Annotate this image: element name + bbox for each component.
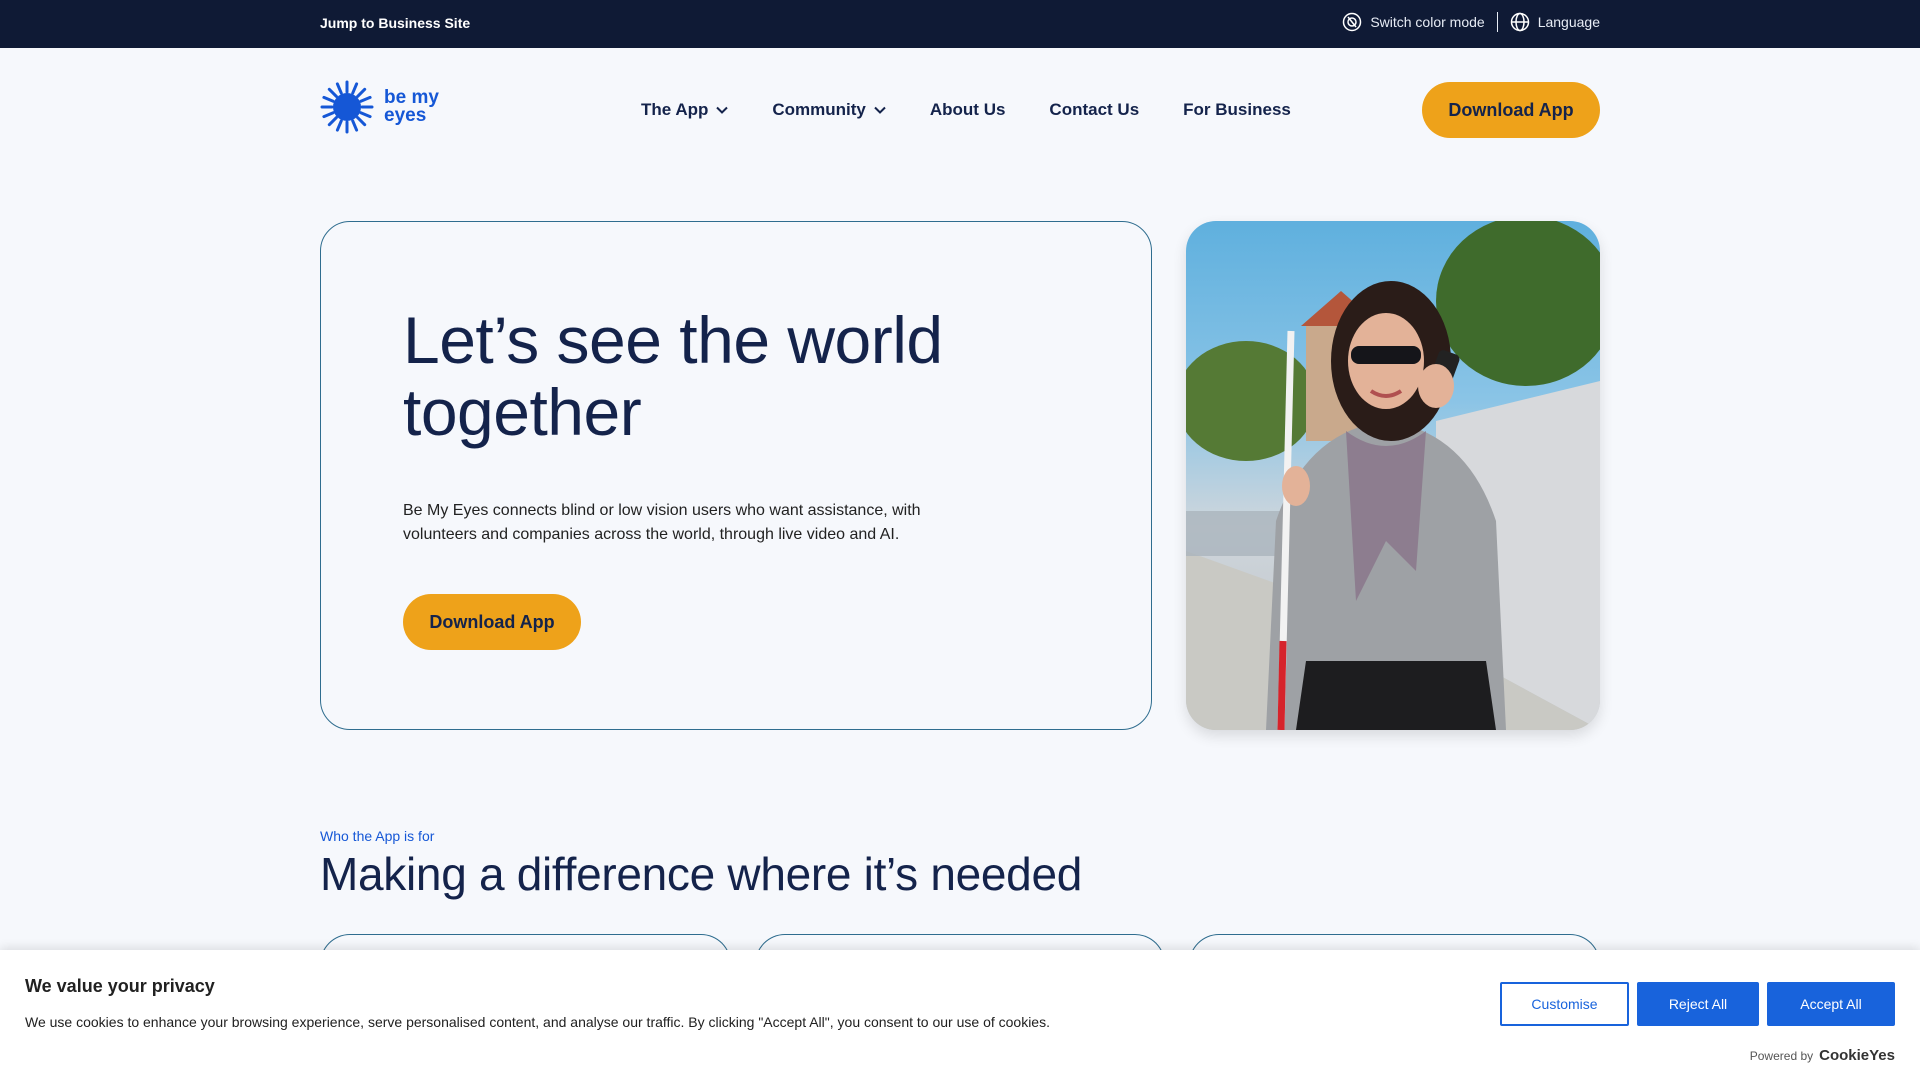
cookie-title: We value your privacy (25, 976, 215, 996)
site-header: be my eyes The App Community About Us Co… (0, 48, 1920, 172)
woman-with-cane-photo (1186, 221, 1600, 730)
chevron-down-icon (716, 106, 729, 114)
nav-community[interactable]: Community (772, 100, 886, 120)
nav-the-app[interactable]: The App (641, 100, 729, 120)
nav-contact-us[interactable]: Contact Us (1049, 100, 1139, 120)
jump-to-business-link[interactable]: Jump to Business Site (320, 15, 470, 31)
cookie-text: We use cookies to enhance your browsing … (25, 1014, 1050, 1030)
globe-icon (1510, 12, 1529, 32)
header-download-button[interactable]: Download App (1422, 82, 1600, 138)
powered-by: Powered by CookieYes (1749, 1047, 1895, 1064)
contrast-icon (1343, 12, 1362, 32)
language-selector[interactable]: Language (1510, 12, 1600, 32)
hero-photo (1186, 221, 1600, 730)
nav-for-business[interactable]: For Business (1183, 100, 1291, 120)
customise-button[interactable]: Customise (1500, 982, 1629, 1026)
chevron-down-icon (874, 106, 886, 114)
divider (1496, 12, 1498, 32)
cookieyes-logo[interactable]: CookieYes (1819, 1047, 1895, 1064)
logo-wordmark: be my eyes (384, 87, 439, 126)
section-eyebrow: Who the App is for (320, 828, 435, 844)
utility-actions: Switch color mode Language (1342, 12, 1600, 32)
hero-card: Let’s see the world together Be My Eyes … (320, 221, 1152, 730)
section-title: Making a difference where it’s needed (320, 848, 1083, 900)
logo[interactable]: be my eyes (320, 80, 439, 134)
hero-download-button[interactable]: Download App (403, 594, 581, 650)
eye-burst-logo-icon (320, 80, 374, 134)
cookie-banner: We value your privacy We use cookies to … (0, 950, 1920, 1080)
color-mode-label: Switch color mode (1370, 14, 1485, 30)
hero-title: Let’s see the world together (403, 303, 943, 449)
utility-bar: Jump to Business Site Switch color mode … (0, 0, 1920, 48)
accept-all-button[interactable]: Accept All (1767, 982, 1895, 1026)
language-label: Language (1537, 14, 1600, 30)
color-mode-toggle[interactable]: Switch color mode (1342, 12, 1485, 32)
hero-description: Be My Eyes connects blind or low vision … (403, 502, 921, 543)
reject-all-button[interactable]: Reject All (1637, 982, 1759, 1026)
nav-about-us[interactable]: About Us (930, 100, 1006, 120)
main-nav: The App Community About Us Contact Us Fo… (641, 100, 1291, 120)
